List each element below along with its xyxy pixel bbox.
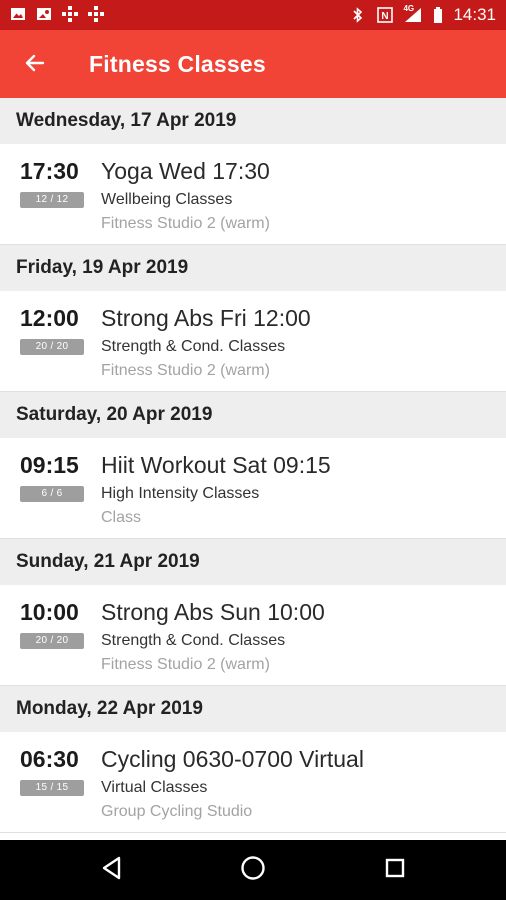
signal-icon: 4G bbox=[403, 4, 423, 23]
class-category: Strength & Cond. Classes bbox=[101, 632, 286, 649]
spaces-badge: 20 / 20 bbox=[20, 633, 84, 649]
app-bar: Fitness Classes bbox=[0, 30, 506, 98]
class-category: High Intensity Classes bbox=[101, 485, 260, 502]
class-location: Class bbox=[101, 509, 142, 526]
class-category: Virtual Classes bbox=[101, 779, 208, 796]
class-name: Cycling 0630-0700 Virtual bbox=[101, 746, 364, 772]
battery-icon bbox=[433, 7, 443, 23]
day-header: Saturday, 20 Apr 2019 bbox=[0, 392, 506, 438]
nav-back-button[interactable] bbox=[97, 855, 127, 885]
spaces-badge: 15 / 15 bbox=[20, 780, 84, 796]
home-circle-icon bbox=[239, 854, 267, 887]
class-name: Strong Abs Sun 10:00 bbox=[101, 599, 325, 625]
class-category: Strength & Cond. Classes bbox=[101, 338, 286, 355]
class-time: 10:00 bbox=[20, 599, 79, 625]
grid-icon bbox=[62, 6, 78, 22]
page-title: Fitness Classes bbox=[89, 51, 266, 77]
gallery-icon bbox=[36, 6, 52, 22]
nav-recents-button[interactable] bbox=[380, 855, 410, 885]
status-bar-notifications bbox=[10, 6, 104, 22]
back-button[interactable] bbox=[18, 48, 52, 82]
navigation-bar bbox=[0, 840, 506, 900]
status-bar: N 4G 14:31 bbox=[0, 0, 506, 30]
class-item[interactable]: 09:15 6 / 6 Hiit Workout Sat 09:15 High … bbox=[0, 438, 506, 539]
svg-text:N: N bbox=[382, 11, 389, 22]
nav-home-button[interactable] bbox=[238, 855, 268, 885]
grid-icon bbox=[88, 6, 104, 22]
class-item[interactable]: 06:30 15 / 15 Cycling 0630-0700 Virtual … bbox=[0, 732, 506, 833]
class-location: Fitness Studio 2 (warm) bbox=[101, 362, 270, 379]
class-list[interactable]: Wednesday, 17 Apr 2019 17:30 12 / 12 Yog… bbox=[0, 98, 506, 840]
class-time: 09:15 bbox=[20, 452, 79, 478]
back-triangle-icon bbox=[99, 855, 125, 886]
status-bar-system: N 4G 14:31 bbox=[351, 4, 496, 25]
spaces-badge: 6 / 6 bbox=[20, 486, 84, 502]
spaces-badge: 12 / 12 bbox=[20, 192, 84, 208]
class-category: Wellbeing Classes bbox=[101, 191, 233, 208]
spaces-badge: 20 / 20 bbox=[20, 339, 84, 355]
class-name: Hiit Workout Sat 09:15 bbox=[101, 452, 331, 478]
day-header: Friday, 19 Apr 2019 bbox=[0, 245, 506, 291]
day-header: Wednesday, 17 Apr 2019 bbox=[0, 98, 506, 144]
class-name: Yoga Wed 17:30 bbox=[101, 158, 270, 184]
recents-square-icon bbox=[383, 856, 407, 885]
class-item[interactable]: 17:30 12 / 12 Yoga Wed 17:30 Wellbeing C… bbox=[0, 144, 506, 245]
class-location: Fitness Studio 2 (warm) bbox=[101, 656, 270, 673]
class-time: 17:30 bbox=[20, 158, 79, 184]
day-header: Sunday, 21 Apr 2019 bbox=[0, 539, 506, 585]
bluetooth-icon bbox=[351, 7, 367, 23]
class-location: Group Cycling Studio bbox=[101, 803, 253, 820]
class-item[interactable]: 10:00 20 / 20 Strong Abs Sun 10:00 Stren… bbox=[0, 585, 506, 686]
clock: 14:31 bbox=[453, 5, 496, 24]
class-location: Fitness Studio 2 (warm) bbox=[101, 215, 270, 232]
image-icon bbox=[10, 6, 26, 22]
network-type-label: 4G bbox=[403, 4, 415, 13]
class-time: 12:00 bbox=[20, 305, 79, 331]
day-header: Monday, 22 Apr 2019 bbox=[0, 686, 506, 732]
class-time: 06:30 bbox=[20, 746, 79, 772]
class-item[interactable]: 12:00 20 / 20 Strong Abs Fri 12:00 Stren… bbox=[0, 291, 506, 392]
nfc-icon: N bbox=[377, 7, 394, 23]
class-name: Strong Abs Fri 12:00 bbox=[101, 305, 311, 331]
arrow-left-icon bbox=[23, 51, 47, 80]
